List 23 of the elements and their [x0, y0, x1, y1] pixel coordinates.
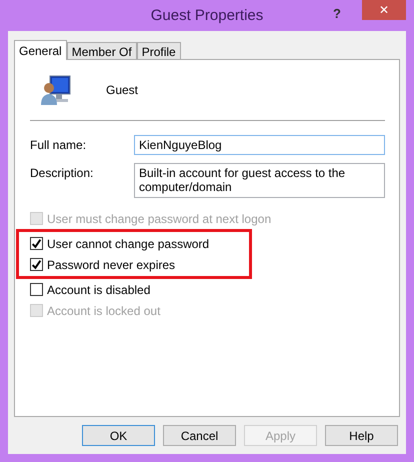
checkbox[interactable] — [30, 237, 43, 250]
window-title: Guest Properties — [150, 7, 264, 24]
dialog-button[interactable]: Help — [325, 425, 398, 446]
checkbox-label: User cannot change password — [47, 236, 210, 250]
input-field[interactable]: KienNguyeBlog — [134, 135, 385, 155]
dialog-button[interactable]: Cancel — [163, 425, 236, 446]
input-field[interactable]: Built-in account for guest access to the computer/domain — [134, 163, 385, 198]
user-name: Guest — [106, 83, 138, 97]
checkbox[interactable] — [30, 258, 43, 271]
help-button[interactable]: ? — [322, 3, 352, 23]
checkbox-label: Password never expires — [47, 258, 176, 272]
tab[interactable]: Member Of — [66, 42, 137, 59]
close-button[interactable]: ✕ — [362, 0, 406, 20]
dialog-button[interactable]: OK — [82, 425, 155, 446]
tab[interactable]: Profile — [136, 42, 181, 59]
checkbox[interactable] — [30, 283, 43, 296]
user-computer-icon — [40, 74, 72, 106]
checkbox-label: User must change password at next logon — [47, 212, 272, 226]
field-label: Description: — [30, 165, 94, 180]
checkbox-label: Account is locked out — [47, 304, 160, 318]
checkbox-label: Account is disabled — [47, 282, 150, 296]
tab[interactable]: General — [14, 40, 67, 60]
field-label: Full name: — [30, 137, 88, 152]
